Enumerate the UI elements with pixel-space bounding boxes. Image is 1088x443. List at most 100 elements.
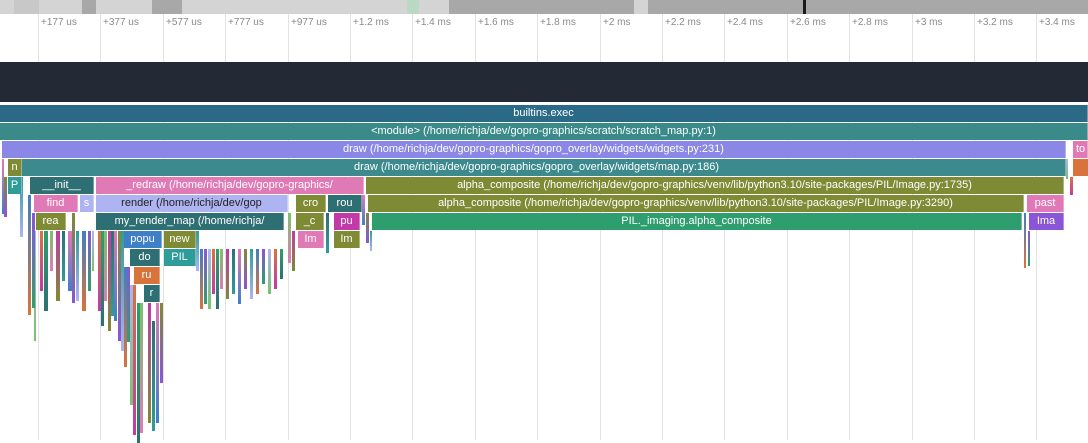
overview-segment xyxy=(152,0,182,14)
frame-sliver[interactable] xyxy=(56,231,60,301)
frame-sliver[interactable] xyxy=(362,195,365,225)
frame-ru[interactable]: ru xyxy=(134,267,160,284)
frame-sliver[interactable] xyxy=(50,231,53,271)
frame-ima[interactable]: Ima xyxy=(1029,213,1064,230)
frame-sliver[interactable] xyxy=(160,303,163,383)
frame-my-render-map[interactable]: my_render_map (/home/richja/ xyxy=(96,213,284,230)
frame-im-2[interactable]: Im xyxy=(334,231,360,248)
frame-builtins-exec[interactable]: builtins.exec xyxy=(0,105,1088,122)
frame-pu[interactable]: pu xyxy=(334,213,360,230)
time-tick-label: +977 us xyxy=(291,17,327,28)
frame-sliver[interactable] xyxy=(4,177,7,217)
frame-sliver[interactable] xyxy=(208,249,211,309)
frame-redraw[interactable]: _redraw (/home/richja/dev/gopro-graphics… xyxy=(96,177,364,194)
frame-rea[interactable]: rea xyxy=(36,213,66,230)
frame-sliver[interactable] xyxy=(2,159,4,214)
frame-do[interactable]: do xyxy=(130,249,160,266)
frame-sliver[interactable] xyxy=(274,249,277,289)
frame-sliver[interactable] xyxy=(226,249,229,299)
frame-sliver[interactable] xyxy=(1070,177,1073,195)
thread-track-header[interactable] xyxy=(0,62,1088,102)
frame-sliver[interactable] xyxy=(82,231,86,311)
frame-n[interactable]: n xyxy=(8,159,22,176)
frame-pil[interactable]: PIL xyxy=(164,249,196,266)
frame-sliver[interactable] xyxy=(130,285,133,405)
frame-s[interactable]: s xyxy=(80,195,94,212)
frame-alpha-composite-1735[interactable]: alpha_composite (/home/richja/dev/gopro-… xyxy=(366,177,1064,194)
frame-sliver[interactable] xyxy=(262,249,265,284)
frame-init[interactable]: __init__ xyxy=(30,177,94,194)
frame-sliver[interactable] xyxy=(326,213,329,253)
frame-sliver[interactable] xyxy=(111,231,114,316)
frame-sliver[interactable] xyxy=(76,231,79,301)
frame-sliver[interactable] xyxy=(114,231,117,321)
frame-sliver[interactable] xyxy=(104,231,107,301)
time-tick-label: +777 us xyxy=(228,17,264,28)
playhead-cursor[interactable] xyxy=(803,0,806,14)
frame-sliver[interactable] xyxy=(148,303,151,423)
frame-sliver[interactable] xyxy=(250,249,253,299)
frame-sliver[interactable] xyxy=(1024,213,1026,268)
frame-p[interactable]: P xyxy=(8,177,22,194)
frame-sliver[interactable] xyxy=(204,249,207,304)
frame-sliver[interactable] xyxy=(366,213,369,243)
frame-sliver[interactable] xyxy=(92,231,94,271)
frame-sliver[interactable] xyxy=(232,249,235,294)
frame-sliver[interactable] xyxy=(137,303,140,443)
frame-sliver[interactable] xyxy=(68,231,72,291)
frame-c[interactable]: _c xyxy=(296,213,324,230)
frame-sliver[interactable] xyxy=(72,213,75,303)
frame-sliver[interactable] xyxy=(121,231,124,351)
frame-draw-widgets[interactable]: draw (/home/richja/dev/gopro-graphics/go… xyxy=(2,141,1066,158)
frame-sliver[interactable] xyxy=(288,213,291,263)
frame-sliver[interactable] xyxy=(238,249,241,304)
frame-sliver[interactable] xyxy=(370,231,372,251)
frame-im-1[interactable]: Im xyxy=(298,231,324,248)
frame-sliver[interactable] xyxy=(118,231,121,341)
frame-module[interactable]: <module> (/home/richja/dev/gopro-graphic… xyxy=(0,123,1088,140)
frame-sliver[interactable] xyxy=(108,231,111,331)
frame-sliver[interactable] xyxy=(28,195,31,315)
frame-sliver[interactable] xyxy=(212,249,215,294)
frame-sliver[interactable] xyxy=(220,249,223,289)
frame-sliver[interactable] xyxy=(196,231,199,271)
frame-pil-imaging-alpha-composite[interactable]: PIL._imaging.alpha_composite xyxy=(372,213,1022,230)
frame-sliver[interactable] xyxy=(44,231,48,311)
frame-sliver[interactable] xyxy=(1066,159,1068,179)
frame-cro[interactable]: cro xyxy=(296,195,326,212)
frame-sliver[interactable] xyxy=(133,285,136,435)
frame-to[interactable]: to xyxy=(1073,141,1088,158)
overview-segment xyxy=(14,0,39,14)
frame-sliver[interactable] xyxy=(140,303,143,433)
frame-popu[interactable]: popu xyxy=(124,231,162,248)
frame-r[interactable]: r xyxy=(144,285,160,302)
timeline-overview[interactable] xyxy=(0,0,1088,14)
frame-sliver[interactable] xyxy=(156,303,159,423)
frame-sliver[interactable] xyxy=(268,249,271,294)
flame-graph[interactable]: builtins.exec <module> (/home/richja/dev… xyxy=(0,105,1088,443)
frame-sliver[interactable] xyxy=(200,249,203,309)
frame-render[interactable]: render (/home/richja/dev/gop xyxy=(96,195,288,212)
frame-sliver[interactable] xyxy=(280,249,283,279)
frame-sliver[interactable] xyxy=(101,231,104,326)
frame-find[interactable]: find xyxy=(34,195,78,212)
frame-sliver[interactable] xyxy=(244,249,247,289)
frame-sliver[interactable] xyxy=(98,231,101,311)
frame-draw-map[interactable]: draw (/home/richja/dev/gopro-graphics/go… xyxy=(8,159,1066,176)
frame-rou[interactable]: rou xyxy=(328,195,362,212)
frame-sliver[interactable] xyxy=(292,231,295,271)
frame-sliver[interactable] xyxy=(1028,231,1030,266)
frame-sliver[interactable] xyxy=(1073,159,1088,176)
frame-sliver[interactable] xyxy=(256,249,259,294)
frame-past[interactable]: past xyxy=(1027,195,1064,212)
frame-sliver[interactable] xyxy=(124,267,127,367)
frame-alpha-composite-3290[interactable]: alpha_composite (/home/richja/dev/gopro-… xyxy=(368,195,1024,212)
frame-sliver[interactable] xyxy=(88,231,91,291)
frame-sliver[interactable] xyxy=(216,249,219,309)
frame-sliver[interactable] xyxy=(40,231,43,291)
frame-new[interactable]: new xyxy=(164,231,196,248)
frame-sliver[interactable] xyxy=(32,213,35,308)
frame-sliver[interactable] xyxy=(62,231,65,281)
frame-sliver[interactable] xyxy=(152,321,155,431)
frame-sliver[interactable] xyxy=(127,267,130,342)
